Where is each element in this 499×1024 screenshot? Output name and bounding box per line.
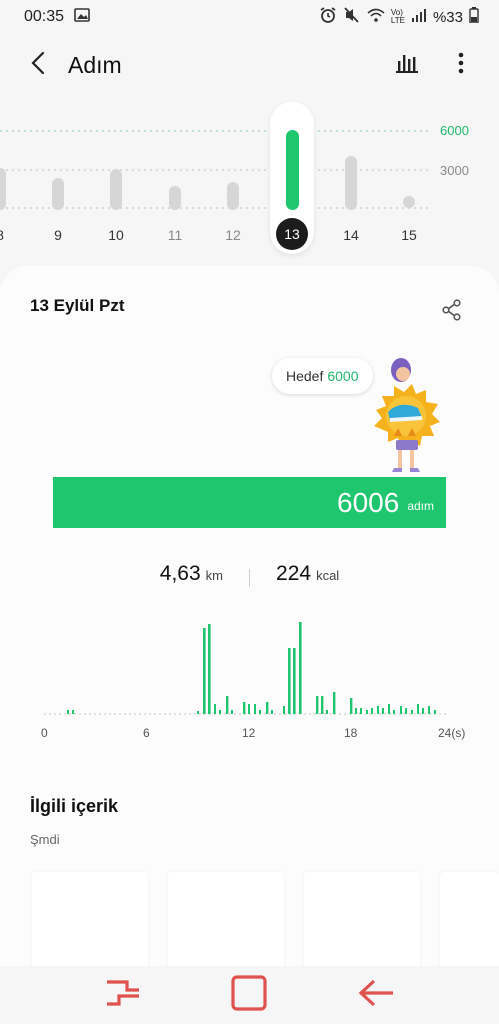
- distance-unit: km: [205, 568, 224, 583]
- day-label-13-selected[interactable]: 13: [276, 218, 308, 250]
- steps-unit: adım: [407, 498, 434, 513]
- hourly-bars: [44, 622, 446, 715]
- gallery-icon: [74, 7, 90, 27]
- day-bar-14[interactable]: [345, 156, 357, 210]
- day-bar-11[interactable]: [169, 186, 181, 210]
- mid-line-label: 3000: [440, 163, 469, 178]
- weekly-steps-strip[interactable]: 6000 3000 8 9 10 11 12 13 14 15: [0, 96, 499, 262]
- day-label-12[interactable]: 12: [218, 227, 248, 243]
- home-button[interactable]: [224, 970, 274, 1020]
- steps-count: 6006: [337, 486, 400, 518]
- recent-apps-icon: [103, 978, 143, 1013]
- battery-text: %33: [432, 8, 463, 26]
- day-bar-10[interactable]: [110, 169, 122, 210]
- day-bar-9[interactable]: [52, 178, 64, 210]
- app-bar: Adım: [0, 34, 499, 96]
- mascot-illustration: [368, 356, 448, 476]
- chart-button[interactable]: [387, 45, 427, 85]
- day-bar-8[interactable]: [0, 168, 6, 210]
- distance-stat: 4,63 km: [160, 562, 223, 586]
- hourly-steps-chart: 0 6 12 18 24(s): [0, 606, 499, 746]
- day-label-10[interactable]: 10: [101, 227, 131, 243]
- goal-value: 6000: [327, 368, 359, 384]
- day-label-15[interactable]: 15: [394, 227, 424, 243]
- bar-chart-icon: [396, 53, 418, 78]
- day-detail-card: 13 Eylül Pzt Hedef 6000 6006 adım 4,63 k…: [0, 266, 499, 968]
- calories-unit: kcal: [316, 568, 340, 583]
- day-label-11[interactable]: 11: [160, 227, 190, 243]
- signal-icon: [411, 8, 427, 26]
- chevron-left-icon: [30, 51, 46, 80]
- day-bar-13[interactable]: [286, 130, 299, 210]
- system-nav-bar: [0, 966, 499, 1024]
- related-content-subtitle: Şmdi: [30, 832, 60, 847]
- stat-divider: [249, 569, 251, 587]
- distance-value: 4,63: [159, 562, 201, 585]
- page-title: Adım: [68, 51, 122, 78]
- alarm-icon: [319, 7, 337, 27]
- related-content-title: İlgili içerik: [30, 796, 119, 816]
- wifi-icon: [367, 7, 385, 27]
- card-date: 13 Eylül Pzt: [30, 296, 125, 315]
- status-bar: 00:35 Vo) LTE %33: [0, 0, 499, 34]
- hour-label-0: 0: [41, 726, 48, 740]
- back-button[interactable]: [18, 45, 58, 85]
- more-vert-icon: [458, 52, 464, 79]
- related-card-2[interactable]: [168, 872, 284, 968]
- steps-progress-bar: 6006 adım: [53, 477, 446, 528]
- recent-apps-button[interactable]: [98, 970, 148, 1020]
- share-button[interactable]: [436, 296, 468, 328]
- related-card-3[interactable]: [304, 872, 420, 968]
- status-time: 00:35: [24, 8, 65, 25]
- hour-label-6: 6: [143, 726, 150, 740]
- day-label-9[interactable]: 9: [43, 227, 73, 243]
- battery-icon: [469, 7, 479, 27]
- related-card-1[interactable]: [32, 872, 148, 968]
- day-label-8[interactable]: 8: [0, 227, 15, 243]
- related-card-4[interactable]: [440, 872, 499, 968]
- progress-text: 6006 adım: [337, 477, 434, 528]
- day-label-14[interactable]: 14: [336, 227, 366, 243]
- calories-stat: 224 kcal: [276, 562, 339, 586]
- home-icon: [230, 974, 268, 1017]
- goal-line-label: 6000: [440, 123, 469, 138]
- volte-icon: Vo) LTE: [390, 8, 405, 25]
- calories-value: 224: [276, 562, 312, 585]
- share-icon: [442, 298, 462, 326]
- stats-row: 4,63 km 224 kcal: [0, 562, 499, 594]
- mute-icon: [343, 7, 361, 27]
- day-bar-12[interactable]: [227, 182, 239, 210]
- day-bar-15[interactable]: [403, 196, 415, 208]
- guide-lines: [0, 130, 430, 209]
- back-nav-button[interactable]: [351, 970, 401, 1020]
- back-arrow-icon: [356, 978, 396, 1013]
- hour-label-24: 24(s): [438, 726, 466, 740]
- goal-bubble: Hedef 6000: [272, 358, 373, 394]
- more-options-button[interactable]: [441, 45, 481, 85]
- hour-label-12: 12: [242, 726, 256, 740]
- hour-label-18: 18: [344, 726, 358, 740]
- goal-text: Hedef: [286, 368, 324, 384]
